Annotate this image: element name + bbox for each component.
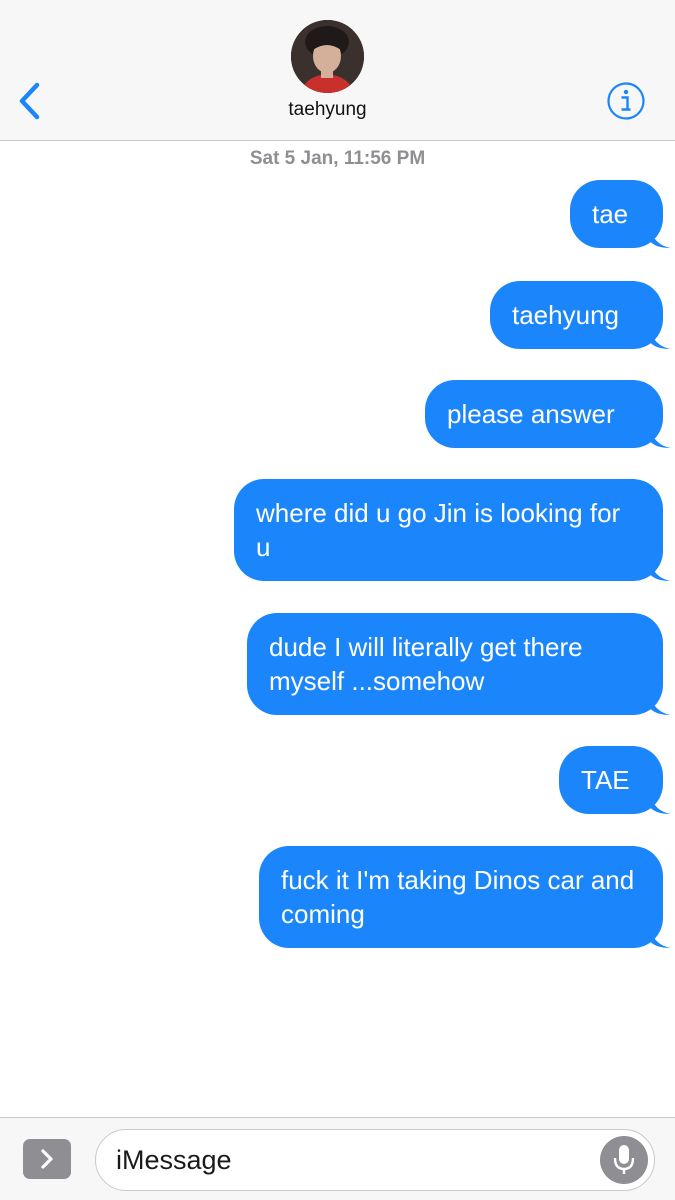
bubble-tail — [649, 691, 671, 715]
bubble-tail — [649, 790, 671, 814]
chevron-right-icon — [41, 1149, 53, 1169]
bubble-tail — [649, 924, 671, 948]
message-text: please answer — [447, 399, 615, 429]
message-text: where did u go Jin is looking for u — [256, 498, 621, 562]
message-timestamp: Sat 5 Jan, 11:56 PM — [249, 148, 426, 169]
message-text: TAE — [581, 765, 630, 795]
dictation-button[interactable] — [600, 1136, 648, 1184]
info-button[interactable] — [606, 81, 646, 121]
contact-avatar[interactable] — [291, 20, 364, 93]
message-bubble[interactable]: TAE — [559, 746, 671, 814]
conversation-header: taehyung — [0, 0, 675, 141]
message-input-bar: iMessage — [0, 1117, 675, 1200]
message-text: taehyung — [512, 300, 619, 330]
message-bubble[interactable]: taehyung — [490, 281, 671, 349]
bubble-tail — [649, 224, 671, 248]
contact-name[interactable]: taehyung — [0, 99, 655, 121]
message-text: fuck it I'm taking Dinos car and coming — [281, 865, 635, 929]
message-bubble[interactable]: please answer — [425, 380, 671, 448]
bubble-tail — [649, 557, 671, 581]
avatar-photo — [291, 20, 364, 93]
message-bubble[interactable]: dude I will literally get there myself .… — [247, 613, 671, 715]
message-text: tae — [592, 199, 629, 229]
bubble-tail — [649, 424, 671, 448]
bubble-tail — [649, 325, 671, 349]
apps-button[interactable] — [23, 1139, 71, 1179]
message-input[interactable]: iMessage — [95, 1129, 655, 1191]
info-icon — [607, 82, 645, 120]
message-bubble[interactable]: where did u go Jin is looking for u — [234, 479, 671, 581]
message-placeholder: iMessage — [116, 1145, 232, 1175]
message-bubble[interactable]: fuck it I'm taking Dinos car and coming — [259, 846, 671, 948]
message-text: dude I will literally get there myself .… — [269, 632, 583, 696]
messages-screen: taehyung Sat 5 Jan, 11:56 PM tae taehyun… — [0, 0, 675, 1200]
microphone-icon — [613, 1145, 635, 1174]
message-bubble[interactable]: tae — [570, 180, 671, 248]
